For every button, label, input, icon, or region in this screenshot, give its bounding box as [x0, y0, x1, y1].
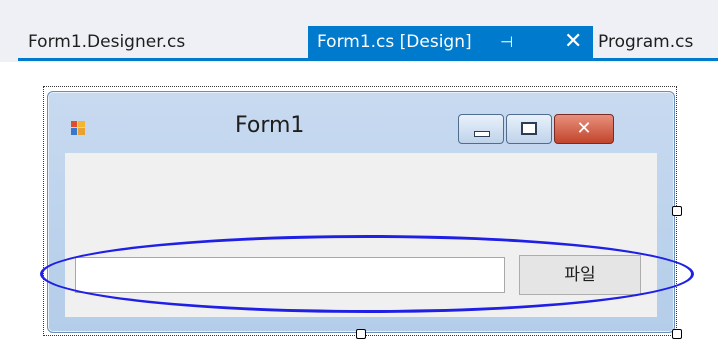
- tab-label: Form1.cs [Design]: [317, 32, 472, 52]
- minimize-button[interactable]: [458, 114, 504, 144]
- resize-handle-bottom[interactable]: [356, 329, 366, 339]
- close-window-button[interactable]: ✕: [554, 114, 614, 144]
- tab-underline: [18, 58, 718, 61]
- pin-icon[interactable]: ⊣: [500, 26, 513, 58]
- tab-program-cs[interactable]: Program.cs: [598, 26, 693, 58]
- document-tab-strip: Form1.Designer.cs Form1.cs [Design] ⊣ ✕ …: [0, 0, 718, 62]
- maximize-button[interactable]: [506, 114, 552, 144]
- form-app-icon: [71, 121, 85, 135]
- minimize-icon: [474, 131, 490, 137]
- form-title: Form1: [235, 113, 305, 138]
- tab-form1-cs-design[interactable]: Form1.cs [Design] ⊣ ✕: [308, 26, 593, 58]
- tab-form1-designer-cs[interactable]: Form1.Designer.cs: [28, 26, 185, 58]
- form-window[interactable]: Form1 ✕ 파일: [47, 91, 675, 333]
- file-button[interactable]: 파일: [519, 255, 641, 295]
- form-client-area[interactable]: 파일: [65, 153, 657, 317]
- close-icon[interactable]: ✕: [564, 26, 582, 58]
- resize-handle-right[interactable]: [672, 206, 682, 216]
- resize-handle-bottom-right[interactable]: [672, 329, 682, 339]
- maximize-icon: [521, 122, 537, 135]
- file-path-textbox[interactable]: [75, 257, 505, 293]
- close-window-icon: ✕: [576, 118, 592, 139]
